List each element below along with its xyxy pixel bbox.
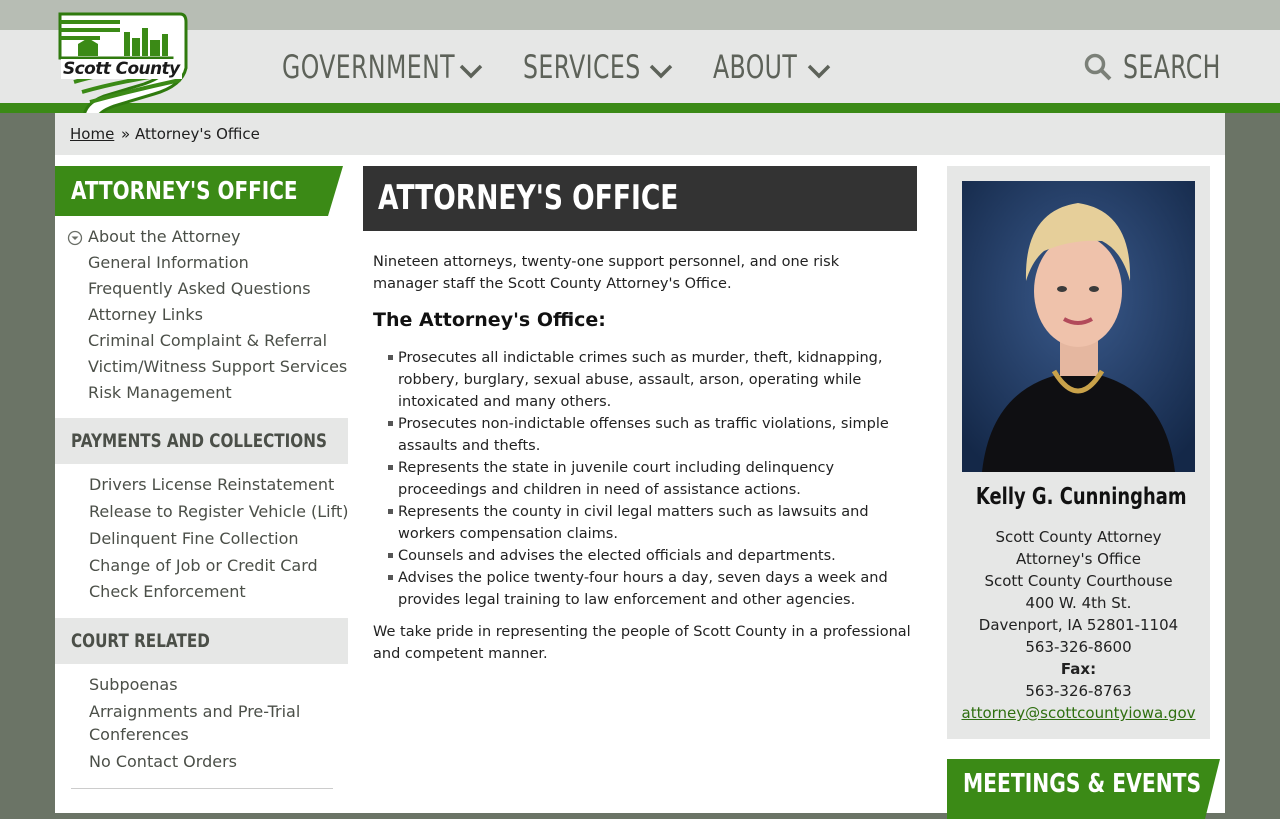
search-icon <box>1084 53 1112 81</box>
sidebar-item-change-job[interactable]: Change of Job or Credit Card <box>89 556 318 575</box>
intro-paragraph: Nineteen attorneys, twenty-one support p… <box>373 251 839 295</box>
list-item: Advises the police twenty-four hours a d… <box>373 567 913 611</box>
sidebar-item-arraignments[interactable]: Arraignments and Pre-Trial <box>89 702 300 721</box>
duties-list: Prosecutes all indictable crimes such as… <box>373 347 913 611</box>
breadcrumb-current: » Attorney's Office <box>121 125 260 143</box>
sidebar-item-faq[interactable]: Frequently Asked Questions <box>88 279 311 298</box>
sidebar-item-about-attorney[interactable]: About the Attorney <box>88 227 240 246</box>
sidebar-item-criminal-complaint[interactable]: Criminal Complaint & Referral <box>88 331 327 350</box>
sidebar-title: ATTORNEY'S OFFICE <box>71 176 298 205</box>
list-item: Prosecutes non-indictable offenses such … <box>373 413 913 457</box>
search-button[interactable]: SEARCH <box>1083 48 1242 86</box>
sidebar-divider <box>71 788 333 789</box>
closing-paragraph: We take pride in representing the people… <box>373 621 911 665</box>
sidebar-item-release-register[interactable]: Release to Register Vehicle (Lift) <box>89 502 348 521</box>
attorney-name: Kelly G. Cunningham <box>975 484 1187 510</box>
contact-card: Kelly G. Cunningham Scott County Attorne… <box>947 166 1210 739</box>
sidebar-item-drivers-license[interactable]: Drivers License Reinstatement <box>89 475 334 494</box>
nav-about[interactable]: ABOUT <box>713 48 816 86</box>
content-area: Home » Attorney's Office ATTORNEY'S OFFI… <box>55 113 1225 819</box>
closing-line: and competent manner. <box>373 646 548 662</box>
logo-text: Scott County <box>61 59 182 79</box>
nav-services-label: SERVICES <box>523 48 641 86</box>
sidebar-section-court: COURT RELATED <box>55 618 348 664</box>
sidebar-item-delinquent-fine[interactable]: Delinquent Fine Collection <box>89 529 299 548</box>
sidebar-item-general-information[interactable]: General Information <box>88 253 249 272</box>
sidebar-section-payments: PAYMENTS AND COLLECTIONS <box>55 418 348 464</box>
breadcrumb-home-link[interactable]: Home <box>70 125 114 143</box>
chevron-down-icon[interactable] <box>806 62 832 80</box>
intro-line: Nineteen attorneys, twenty-one support p… <box>373 254 840 270</box>
list-item: Represents the county in civil legal mat… <box>373 501 913 545</box>
sidebar-heading: ATTORNEY'S OFFICE <box>55 166 345 216</box>
meetings-title: MEETINGS & EVENTS <box>963 769 1202 799</box>
attorney-photo <box>962 181 1195 472</box>
sidebar-item-conferences[interactable]: Conferences <box>89 725 189 744</box>
sidebar-item-subpoenas[interactable]: Subpoenas <box>89 675 178 694</box>
section-subheading: The Attorney's Office: <box>373 309 606 331</box>
meetings-events-heading[interactable]: MEETINGS & EVENTS <box>947 759 1220 819</box>
closing-line: We take pride in representing the people… <box>373 624 911 640</box>
sidebar-item-attorney-links[interactable]: Attorney Links <box>88 305 203 324</box>
building-name: Scott County Courthouse <box>984 572 1173 590</box>
nav-about-label: ABOUT <box>713 48 798 86</box>
street-address: 400 W. 4th St. <box>1025 594 1132 612</box>
phone-number: 563-326-8600 <box>1025 638 1132 656</box>
fax-label: Fax: <box>1060 660 1097 678</box>
list-item: Represents the state in juvenile court i… <box>373 457 913 501</box>
sidebar-item-check-enforcement[interactable]: Check Enforcement <box>89 582 246 601</box>
breadcrumb: Home » Attorney's Office <box>55 113 1225 155</box>
search-label: SEARCH <box>1123 48 1221 86</box>
sidebar-section-title: PAYMENTS AND COLLECTIONS <box>71 430 327 452</box>
city-address: Davenport, IA 52801-1104 <box>978 616 1179 634</box>
intro-line: manager staff the Scott County Attorney'… <box>373 276 732 292</box>
nav-government-label: GOVERNMENT <box>282 48 455 86</box>
expand-circle-icon[interactable] <box>67 230 83 246</box>
nav-services[interactable]: SERVICES <box>523 48 666 86</box>
list-item: Prosecutes all indictable crimes such as… <box>373 347 913 413</box>
chevron-down-icon[interactable] <box>458 62 484 80</box>
chevron-down-icon[interactable] <box>648 62 674 80</box>
sidebar-item-victim-witness[interactable]: Victim/Witness Support Services <box>88 357 347 376</box>
office-name: Attorney's Office <box>1016 550 1141 568</box>
main-heading-bar: ATTORNEY'S OFFICE <box>363 166 917 231</box>
sidebar-item-risk-management[interactable]: Risk Management <box>88 383 232 402</box>
sidebar-item-no-contact[interactable]: No Contact Orders <box>89 752 237 771</box>
scott-county-logo[interactable]: Scott County <box>54 8 194 120</box>
list-item: Counsels and advises the elected officia… <box>373 545 913 567</box>
sidebar-section-title: COURT RELATED <box>71 630 210 652</box>
email-link[interactable]: attorney@scottcountyiowa.gov <box>947 704 1210 722</box>
fax-number: 563-326-8763 <box>1025 682 1132 700</box>
page-title: ATTORNEY'S OFFICE <box>378 178 679 218</box>
attorney-title: Scott County Attorney <box>995 528 1162 546</box>
